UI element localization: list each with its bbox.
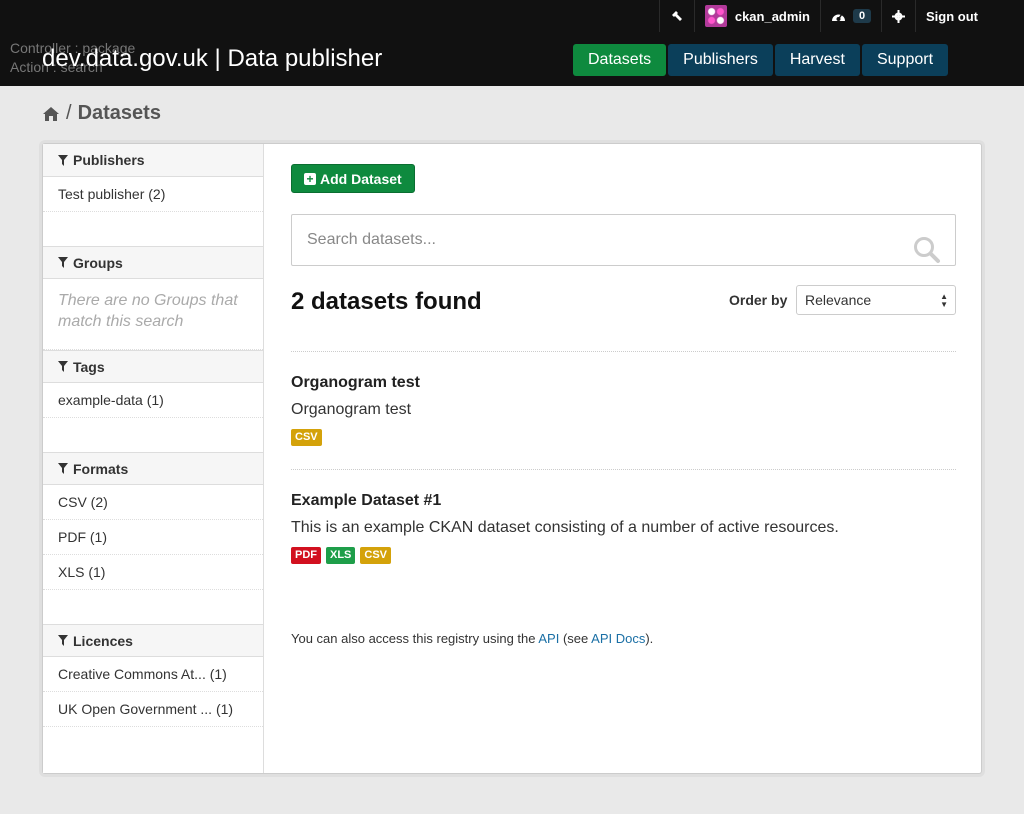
dashboard-icon bbox=[832, 13, 845, 21]
main-nav: Datasets Publishers Harvest Support bbox=[573, 44, 949, 76]
facet-item-uk-ogl[interactable]: UK Open Government ... (1) bbox=[43, 692, 263, 727]
facet-header: Groups bbox=[43, 246, 263, 279]
facet-groups: Groups There are no Groups that match th… bbox=[43, 246, 263, 350]
dataset-formats: CSV bbox=[291, 429, 956, 446]
settings-link[interactable] bbox=[881, 0, 915, 32]
filter-icon bbox=[58, 635, 68, 646]
admin-hammer-link[interactable] bbox=[658, 0, 694, 32]
order-by-select[interactable]: Relevance ▲ ▼ bbox=[796, 285, 956, 315]
breadcrumb-current[interactable]: Datasets bbox=[78, 102, 161, 125]
nav-harvest[interactable]: Harvest bbox=[774, 44, 860, 76]
add-dataset-label: Add Dataset bbox=[320, 170, 402, 187]
api-note-text: You can also access this registry using … bbox=[291, 631, 539, 646]
dataset-description: Organogram test bbox=[291, 401, 412, 418]
search-box bbox=[291, 214, 956, 266]
nav-support[interactable]: Support bbox=[861, 44, 949, 76]
site-title-link[interactable]: dev.data.gov.uk | Data publisher bbox=[42, 44, 382, 74]
facet-title: Tags bbox=[73, 358, 105, 375]
dataset-title[interactable]: Organogram test bbox=[291, 374, 956, 392]
facet-item-csv[interactable]: CSV (2) bbox=[43, 485, 263, 520]
result-count: 2 datasets found bbox=[291, 288, 482, 315]
dashboard-link[interactable]: 0 bbox=[820, 0, 881, 32]
divider bbox=[291, 351, 956, 352]
format-badge-xls[interactable]: XLS bbox=[326, 547, 356, 564]
breadcrumb: / Datasets bbox=[42, 102, 161, 125]
facet-sidebar: Publishers Test publisher (2) Groups The… bbox=[43, 144, 264, 773]
main-panel: Publishers Test publisher (2) Groups The… bbox=[42, 143, 982, 774]
filter-icon bbox=[58, 154, 68, 166]
facet-item-example-data[interactable]: example-data (1) bbox=[43, 383, 263, 418]
signout-link[interactable]: Sign out bbox=[915, 0, 988, 32]
facet-title: Licences bbox=[73, 632, 133, 649]
filter-icon bbox=[58, 257, 68, 268]
facet-publishers: Publishers Test publisher (2) bbox=[43, 144, 263, 246]
facet-item-creative-commons[interactable]: Creative Commons At... (1) bbox=[43, 657, 263, 692]
dataset-item: Organogram test Organogram test CSV bbox=[291, 374, 956, 446]
dataset-title[interactable]: Example Dataset #1 bbox=[291, 492, 956, 510]
facet-licences: Licences Creative Commons At... (1) UK O… bbox=[43, 624, 263, 727]
filter-icon bbox=[58, 361, 68, 372]
add-dataset-button[interactable]: + Add Dataset bbox=[291, 164, 415, 193]
facet-item-pdf[interactable]: PDF (1) bbox=[43, 520, 263, 555]
hammer-icon bbox=[671, 11, 682, 21]
breadcrumb-separator: / bbox=[66, 102, 72, 124]
nav-datasets[interactable]: Datasets bbox=[573, 44, 667, 76]
facet-header: Tags bbox=[43, 350, 263, 383]
select-arrows-icon: ▲ ▼ bbox=[940, 292, 948, 309]
facet-title: Groups bbox=[73, 254, 123, 271]
facet-tags: Tags example-data (1) bbox=[43, 350, 263, 452]
username: ckan_admin bbox=[734, 8, 810, 24]
plus-icon: + bbox=[304, 172, 316, 185]
facet-item-test-publisher[interactable]: Test publisher (2) bbox=[43, 177, 263, 212]
facet-title: Publishers bbox=[73, 152, 145, 168]
dataset-item: Example Dataset #1 This is an example CK… bbox=[291, 492, 956, 564]
order-by-value: Relevance bbox=[805, 292, 872, 308]
api-note-text: ). bbox=[645, 631, 654, 646]
api-note: You can also access this registry using … bbox=[291, 631, 653, 646]
format-badge-csv[interactable]: CSV bbox=[360, 547, 392, 564]
api-link[interactable]: API bbox=[538, 631, 559, 646]
facet-header: Publishers bbox=[43, 144, 263, 177]
facet-formats: Formats CSV (2) PDF (1) XLS (1) bbox=[43, 452, 263, 624]
avatar bbox=[704, 5, 727, 27]
dataset-description: This is an example CKAN dataset consisti… bbox=[291, 519, 839, 536]
format-badge-csv[interactable]: CSV bbox=[291, 429, 322, 446]
results-area: + Add Dataset 2 datasets found Order by … bbox=[264, 144, 981, 773]
account-bar: ckan_admin 0 Sign out bbox=[658, 0, 988, 32]
facet-title: Formats bbox=[73, 460, 129, 477]
divider bbox=[291, 469, 956, 470]
nav-publishers[interactable]: Publishers bbox=[668, 44, 773, 76]
facet-header: Licences bbox=[43, 624, 263, 657]
search-icon[interactable] bbox=[913, 236, 941, 264]
facet-empty-message: There are no Groups that match this sear… bbox=[43, 279, 263, 350]
filter-icon bbox=[58, 463, 68, 474]
dataset-formats: PDF XLS CSV bbox=[291, 547, 956, 564]
facet-item-xls[interactable]: XLS (1) bbox=[43, 555, 263, 590]
site-header: ckan_admin 0 Sign out Controller : packa… bbox=[0, 0, 1024, 86]
api-docs-link[interactable]: API Docs bbox=[591, 631, 645, 646]
user-link[interactable]: ckan_admin bbox=[693, 0, 820, 32]
order-by-label: Order by bbox=[729, 292, 788, 308]
api-note-text: (see bbox=[559, 631, 592, 646]
facet-header: Formats bbox=[43, 452, 263, 485]
dashboard-count-badge: 0 bbox=[853, 9, 871, 23]
home-icon[interactable] bbox=[42, 106, 60, 122]
gear-icon bbox=[892, 9, 905, 23]
format-badge-pdf[interactable]: PDF bbox=[291, 547, 321, 564]
search-input[interactable] bbox=[292, 215, 955, 265]
